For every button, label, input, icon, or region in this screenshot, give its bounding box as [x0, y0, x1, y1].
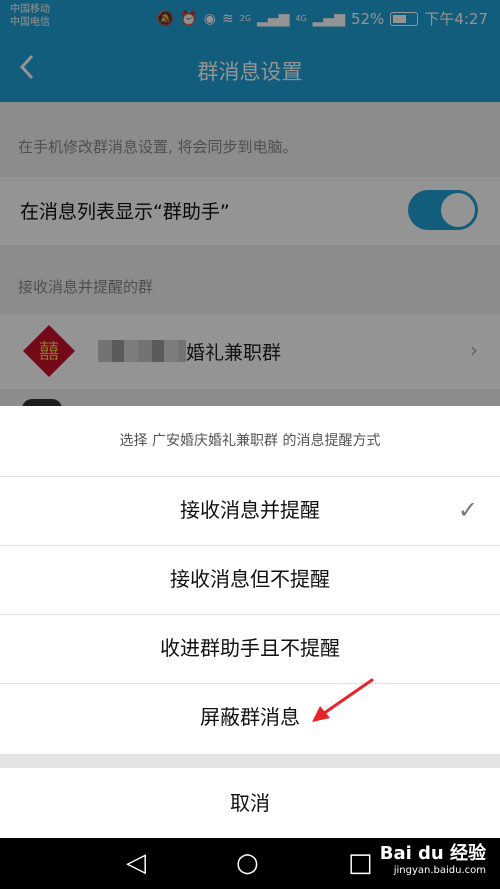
- nav-back-button[interactable]: ◁: [126, 848, 146, 878]
- option-label: 接收消息并提醒: [180, 498, 320, 522]
- option-label: 屏蔽群消息: [200, 705, 300, 729]
- watermark-sub: jingyan.baidu.com: [393, 865, 486, 876]
- option-label: 收进群助手且不提醒: [160, 636, 340, 660]
- nav-home-button[interactable]: ○: [236, 848, 259, 878]
- baidu-watermark: Bai du 经验 jingyan.baidu.com: [380, 844, 486, 878]
- system-nav-bar: ◁ ○ □ Bai du 经验 jingyan.baidu.com: [0, 838, 500, 889]
- option-move-to-assistant[interactable]: 收进群助手且不提醒: [0, 614, 500, 684]
- sheet-title: 选择 广安婚庆婚礼兼职群 的消息提醒方式: [0, 406, 500, 477]
- option-label: 接收消息但不提醒: [170, 567, 330, 591]
- red-arrow-annotation: [312, 678, 374, 722]
- option-block-messages[interactable]: 屏蔽群消息: [0, 683, 500, 752]
- nav-recent-button[interactable]: □: [348, 848, 373, 878]
- watermark-main: Bai du 经验: [379, 843, 486, 864]
- checkmark-icon: ✓: [457, 496, 478, 524]
- notification-action-sheet: 选择 广安婚庆婚礼兼职群 的消息提醒方式 接收消息并提醒 ✓ 接收消息但不提醒 …: [0, 406, 500, 838]
- sheet-divider: [0, 754, 500, 768]
- cancel-button[interactable]: 取消: [0, 768, 500, 838]
- option-receive-and-notify[interactable]: 接收消息并提醒 ✓: [0, 476, 500, 546]
- option-receive-no-notify[interactable]: 接收消息但不提醒: [0, 545, 500, 615]
